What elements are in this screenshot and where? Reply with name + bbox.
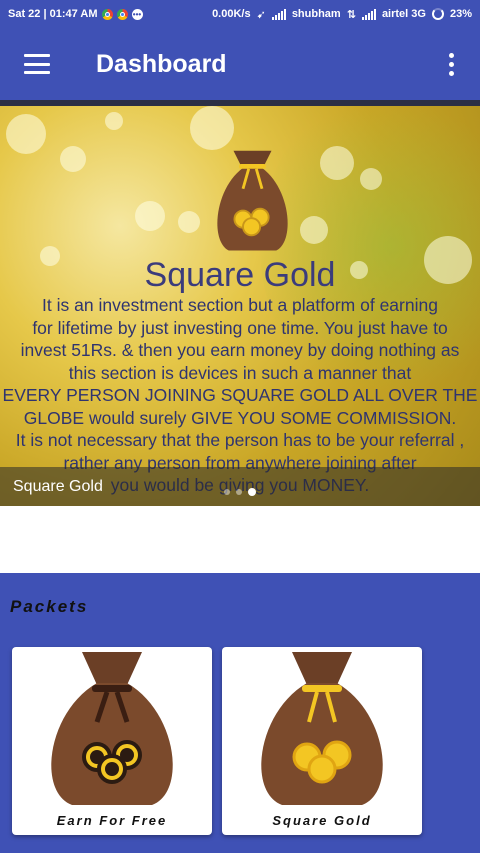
chrome-icon bbox=[101, 8, 113, 20]
packet-card-square-gold[interactable]: Square Gold bbox=[222, 647, 422, 835]
data-transfer-icon: ⇅ bbox=[346, 8, 356, 21]
signal-icon bbox=[271, 8, 286, 20]
page-title: Dashboard bbox=[96, 49, 227, 78]
packet-label: Square Gold bbox=[272, 813, 372, 828]
network-speed: 0.00K/s bbox=[212, 8, 251, 20]
packet-label: Earn For Free bbox=[56, 813, 168, 828]
banner-caption: Square Gold bbox=[0, 467, 480, 506]
money-bag-icon bbox=[217, 150, 288, 251]
section-title: Packets bbox=[10, 597, 89, 616]
banner-title: Square Gold bbox=[144, 256, 336, 294]
carrier-two: airtel 3G bbox=[381, 8, 426, 20]
slider-dot[interactable] bbox=[236, 489, 242, 495]
chrome-icon bbox=[116, 8, 128, 20]
app-toolbar: Dashboard bbox=[0, 28, 480, 100]
status-bar: Sat 22 | 01:47 AM ••• 0.00K/s ➹ shubham … bbox=[0, 0, 480, 28]
more-vert-icon[interactable] bbox=[449, 52, 454, 76]
packet-card-earn-for-free[interactable]: Earn For Free bbox=[12, 647, 212, 835]
banner-slider[interactable]: Square Gold It is an investment section … bbox=[0, 106, 480, 506]
more-notifications-icon: ••• bbox=[131, 8, 143, 20]
slider-dot[interactable] bbox=[224, 489, 230, 495]
money-bag-icon bbox=[51, 652, 173, 805]
slider-indicator bbox=[0, 488, 480, 496]
hamburger-menu-icon[interactable] bbox=[24, 54, 50, 74]
carrier-one: shubham bbox=[291, 8, 341, 20]
battery-percent: 23% bbox=[449, 8, 472, 20]
money-bag-icon bbox=[261, 652, 383, 805]
packets-section: Packets Earn For Free Square Gold bbox=[0, 573, 480, 853]
location-arrow-icon: ➹ bbox=[256, 8, 266, 21]
slider-dot-active[interactable] bbox=[248, 488, 256, 496]
signal-icon bbox=[361, 8, 376, 20]
status-time: Sat 22 | 01:47 AM bbox=[8, 8, 98, 20]
battery-icon bbox=[431, 8, 444, 20]
